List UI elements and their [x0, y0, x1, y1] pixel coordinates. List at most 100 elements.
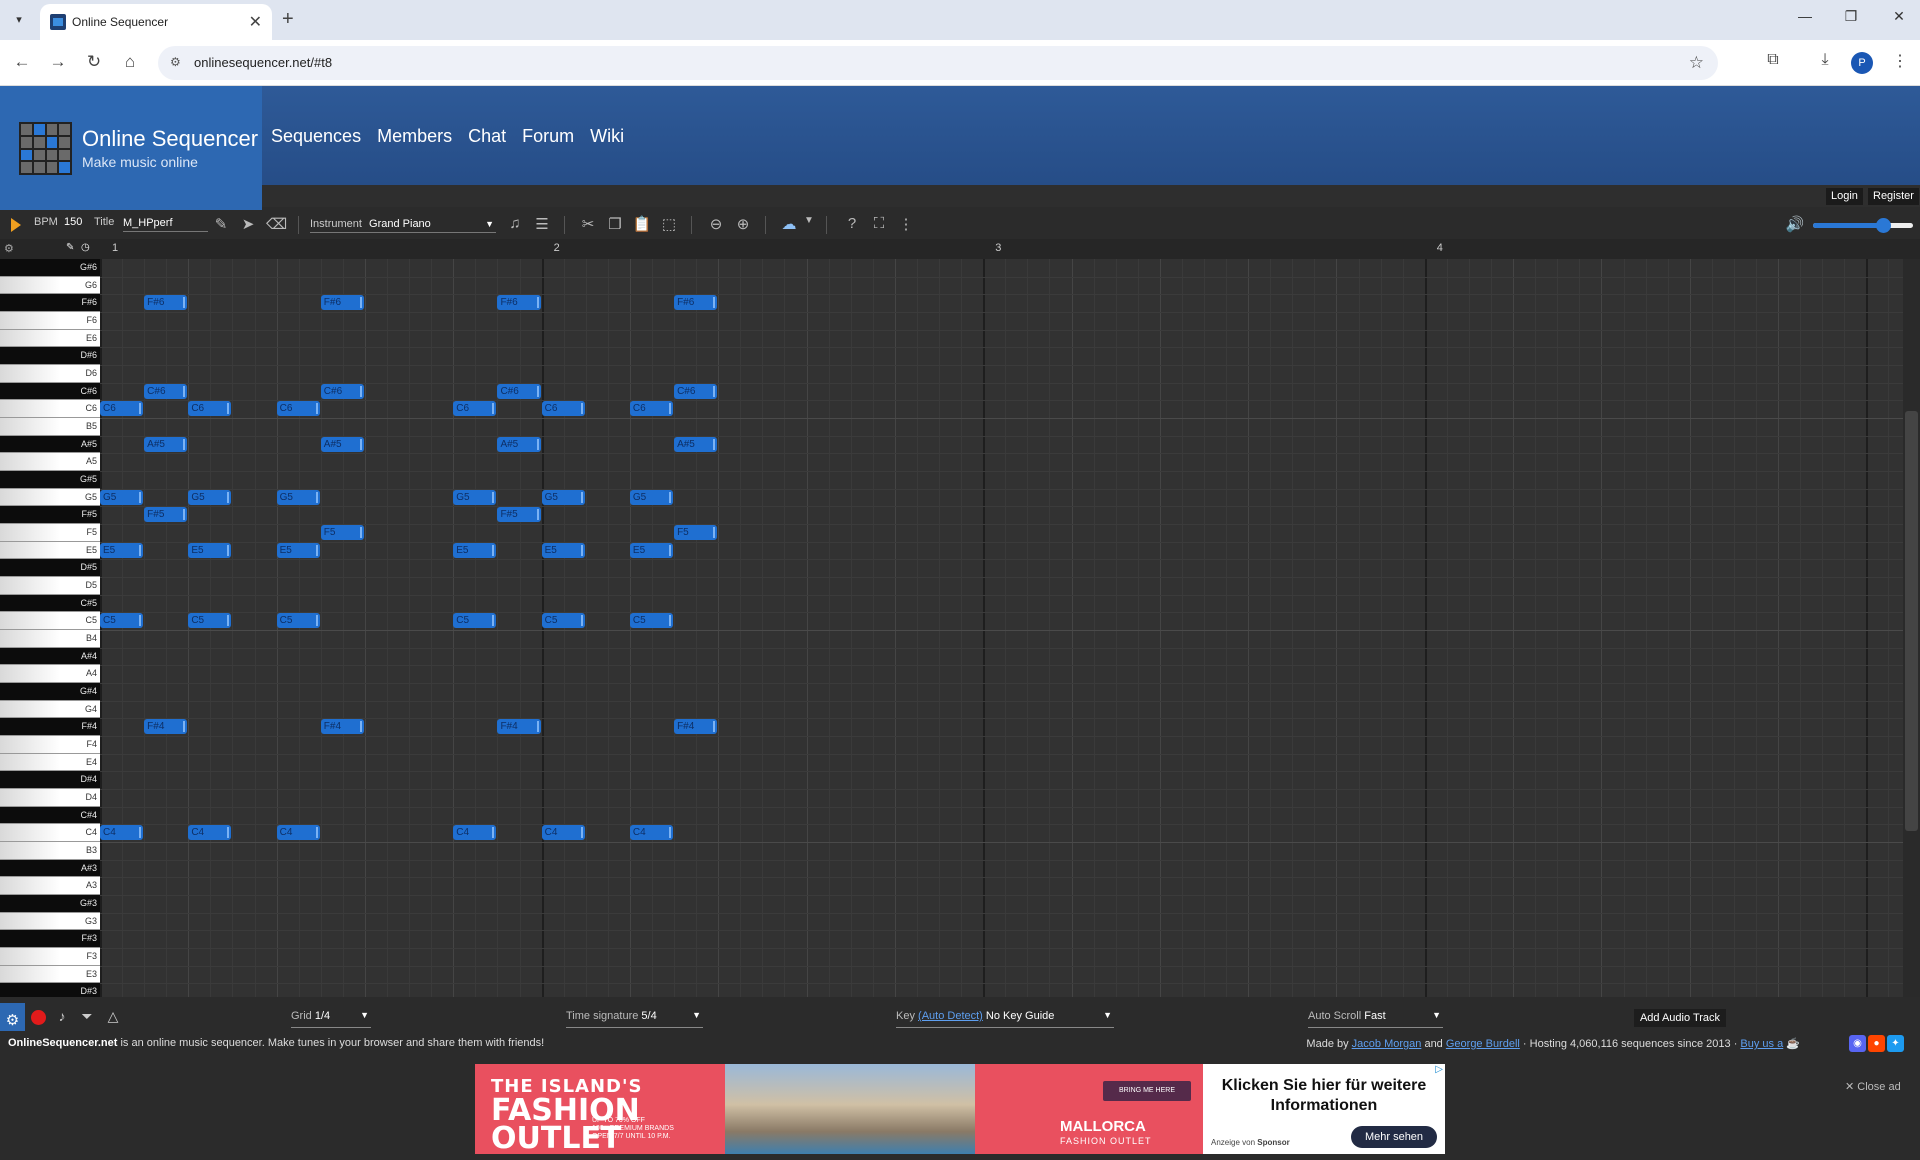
ad-headline[interactable]: Klicken Sie hier für weitere Information… — [1209, 1076, 1439, 1116]
nav-members[interactable]: Members — [377, 126, 452, 147]
piano-key[interactable]: C5 — [0, 612, 100, 631]
volume-thumb[interactable] — [1876, 218, 1891, 233]
nav-sequences[interactable]: Sequences — [271, 126, 361, 147]
note-block[interactable]: G5 — [453, 489, 497, 505]
cut-icon[interactable]: ✂ — [578, 215, 598, 233]
site-info-icon[interactable]: ⚙ — [170, 55, 186, 71]
piano-key[interactable]: D#5 — [0, 559, 100, 578]
piano-key[interactable]: C#6 — [0, 382, 100, 401]
piano-key[interactable]: D4 — [0, 789, 100, 807]
register-link[interactable]: Register — [1868, 188, 1919, 205]
note-block[interactable]: C4 — [100, 825, 144, 841]
nav-chat[interactable]: Chat — [468, 126, 506, 147]
play-button[interactable] — [11, 218, 21, 232]
bookmark-star-icon[interactable]: ☆ — [1689, 53, 1704, 73]
piano-key[interactable]: E3 — [0, 965, 100, 984]
piano-key[interactable]: G6 — [0, 276, 100, 295]
eraser-icon[interactable]: ⌫ — [266, 215, 287, 233]
note-block[interactable]: C5 — [629, 613, 674, 629]
close-tab-icon[interactable]: ✕ — [249, 12, 262, 32]
cloud-upload-icon[interactable]: ☁ — [779, 215, 799, 233]
ad-bring-me-here[interactable]: BRING ME HERE — [1103, 1081, 1191, 1101]
bpm-value[interactable]: 150 — [64, 216, 82, 228]
piano-key[interactable]: A#5 — [0, 435, 100, 454]
piano-key[interactable]: E4 — [0, 753, 100, 772]
window-close-icon[interactable]: ✕ — [1884, 8, 1914, 25]
profile-avatar[interactable]: P — [1851, 52, 1873, 74]
zoom-out-icon[interactable]: ⊖ — [706, 215, 726, 233]
piano-key[interactable]: A3 — [0, 877, 100, 896]
note-block[interactable]: C4 — [629, 825, 674, 841]
note-block[interactable]: C4 — [541, 825, 585, 841]
note-block[interactable]: C5 — [188, 613, 232, 629]
piano-key[interactable]: G5 — [0, 488, 100, 507]
settings-small-icon[interactable]: ⚙ — [4, 242, 14, 255]
piano-key[interactable]: G3 — [0, 912, 100, 931]
back-icon[interactable]: ← — [11, 52, 33, 72]
piano-key[interactable]: F#3 — [0, 930, 100, 949]
note-block[interactable]: A#5 — [674, 436, 718, 452]
paste-icon[interactable]: 📋 — [632, 215, 652, 233]
volume-slider[interactable] — [1813, 218, 1913, 233]
note-block[interactable]: E5 — [100, 542, 144, 558]
piano-key[interactable]: G#5 — [0, 471, 100, 489]
piano-key[interactable]: F#5 — [0, 506, 100, 525]
note-block[interactable]: C6 — [629, 401, 674, 417]
note-block[interactable]: C6 — [276, 401, 320, 417]
pencil-icon[interactable]: ✎ — [66, 242, 74, 253]
instrument-settings-icon[interactable]: ♫ — [505, 215, 525, 232]
select-icon[interactable]: ⬚ — [659, 215, 679, 233]
note-block[interactable]: C#6 — [320, 383, 364, 399]
address-bar[interactable]: ⚙ onlinesequencer.net/#t8 ☆ — [158, 46, 1718, 80]
nav-forum[interactable]: Forum — [522, 126, 574, 147]
piano-key[interactable]: A4 — [0, 665, 100, 684]
note-block[interactable]: A#5 — [320, 436, 364, 452]
piano-key[interactable]: D5 — [0, 577, 100, 595]
note-block[interactable]: C5 — [541, 613, 585, 629]
discord-icon[interactable]: ◉ — [1849, 1035, 1866, 1052]
note-block[interactable]: F#6 — [320, 295, 364, 311]
extensions-icon[interactable]: ⧉ — [1761, 51, 1785, 69]
piano-key[interactable]: D6 — [0, 365, 100, 383]
piano-key[interactable]: F#6 — [0, 294, 100, 312]
more-menu-icon[interactable]: ⋮ — [1888, 51, 1912, 71]
roll-scrollbar[interactable] — [1903, 259, 1920, 997]
piano-key[interactable]: E5 — [0, 541, 100, 560]
metronome-icon[interactable]: △ — [104, 1008, 122, 1025]
note-block[interactable]: G5 — [188, 489, 232, 505]
buy-us-link[interactable]: Buy us a — [1740, 1038, 1783, 1050]
note-block[interactable]: C4 — [276, 825, 320, 841]
note-block[interactable]: E5 — [188, 542, 232, 558]
piano-key[interactable]: C#5 — [0, 594, 100, 613]
key-select[interactable]: Key (Auto Detect) No Key Guide ▼ — [896, 1010, 1114, 1028]
filter-icon[interactable]: ⏷ — [78, 1008, 96, 1025]
pointer-tool-icon[interactable]: ➤ — [238, 215, 258, 233]
note-block[interactable]: C#6 — [674, 383, 718, 399]
note-block[interactable]: G5 — [276, 489, 320, 505]
note-block[interactable]: E5 — [541, 542, 585, 558]
roll-scroll-thumb[interactable] — [1905, 411, 1918, 831]
adchoices-icon[interactable]: ▷ — [1435, 1064, 1443, 1075]
note-block[interactable]: G5 — [100, 489, 144, 505]
note-block[interactable]: C4 — [188, 825, 232, 841]
ad-more-button[interactable]: Mehr sehen — [1351, 1126, 1437, 1148]
grid-select[interactable]: Grid 1/4 ▼ — [291, 1010, 371, 1028]
help-icon[interactable]: ? — [842, 215, 862, 232]
time-signature-select[interactable]: Time signature 5/4 ▼ — [566, 1010, 703, 1028]
add-audio-track-button[interactable]: Add Audio Track — [1634, 1009, 1726, 1027]
note-block[interactable]: F#4 — [320, 719, 364, 735]
reddit-icon[interactable]: ● — [1868, 1035, 1885, 1052]
note-block[interactable]: F#4 — [144, 719, 188, 735]
piano-key[interactable]: F6 — [0, 312, 100, 330]
note-block[interactable]: E5 — [276, 542, 320, 558]
auto-detect-link[interactable]: (Auto Detect) — [918, 1010, 983, 1022]
chevron-down-icon[interactable]: ▼ — [799, 215, 819, 226]
reload-icon[interactable]: ↻ — [83, 52, 105, 72]
login-link[interactable]: Login — [1826, 188, 1863, 205]
url-text[interactable]: onlinesequencer.net/#t8 — [194, 55, 332, 70]
zoom-in-icon[interactable]: ⊕ — [733, 215, 753, 233]
note-block[interactable]: C4 — [453, 825, 497, 841]
note-block[interactable]: E5 — [453, 542, 497, 558]
piano-key[interactable]: A#3 — [0, 859, 100, 878]
restore-icon[interactable]: ❐ — [1836, 8, 1866, 25]
